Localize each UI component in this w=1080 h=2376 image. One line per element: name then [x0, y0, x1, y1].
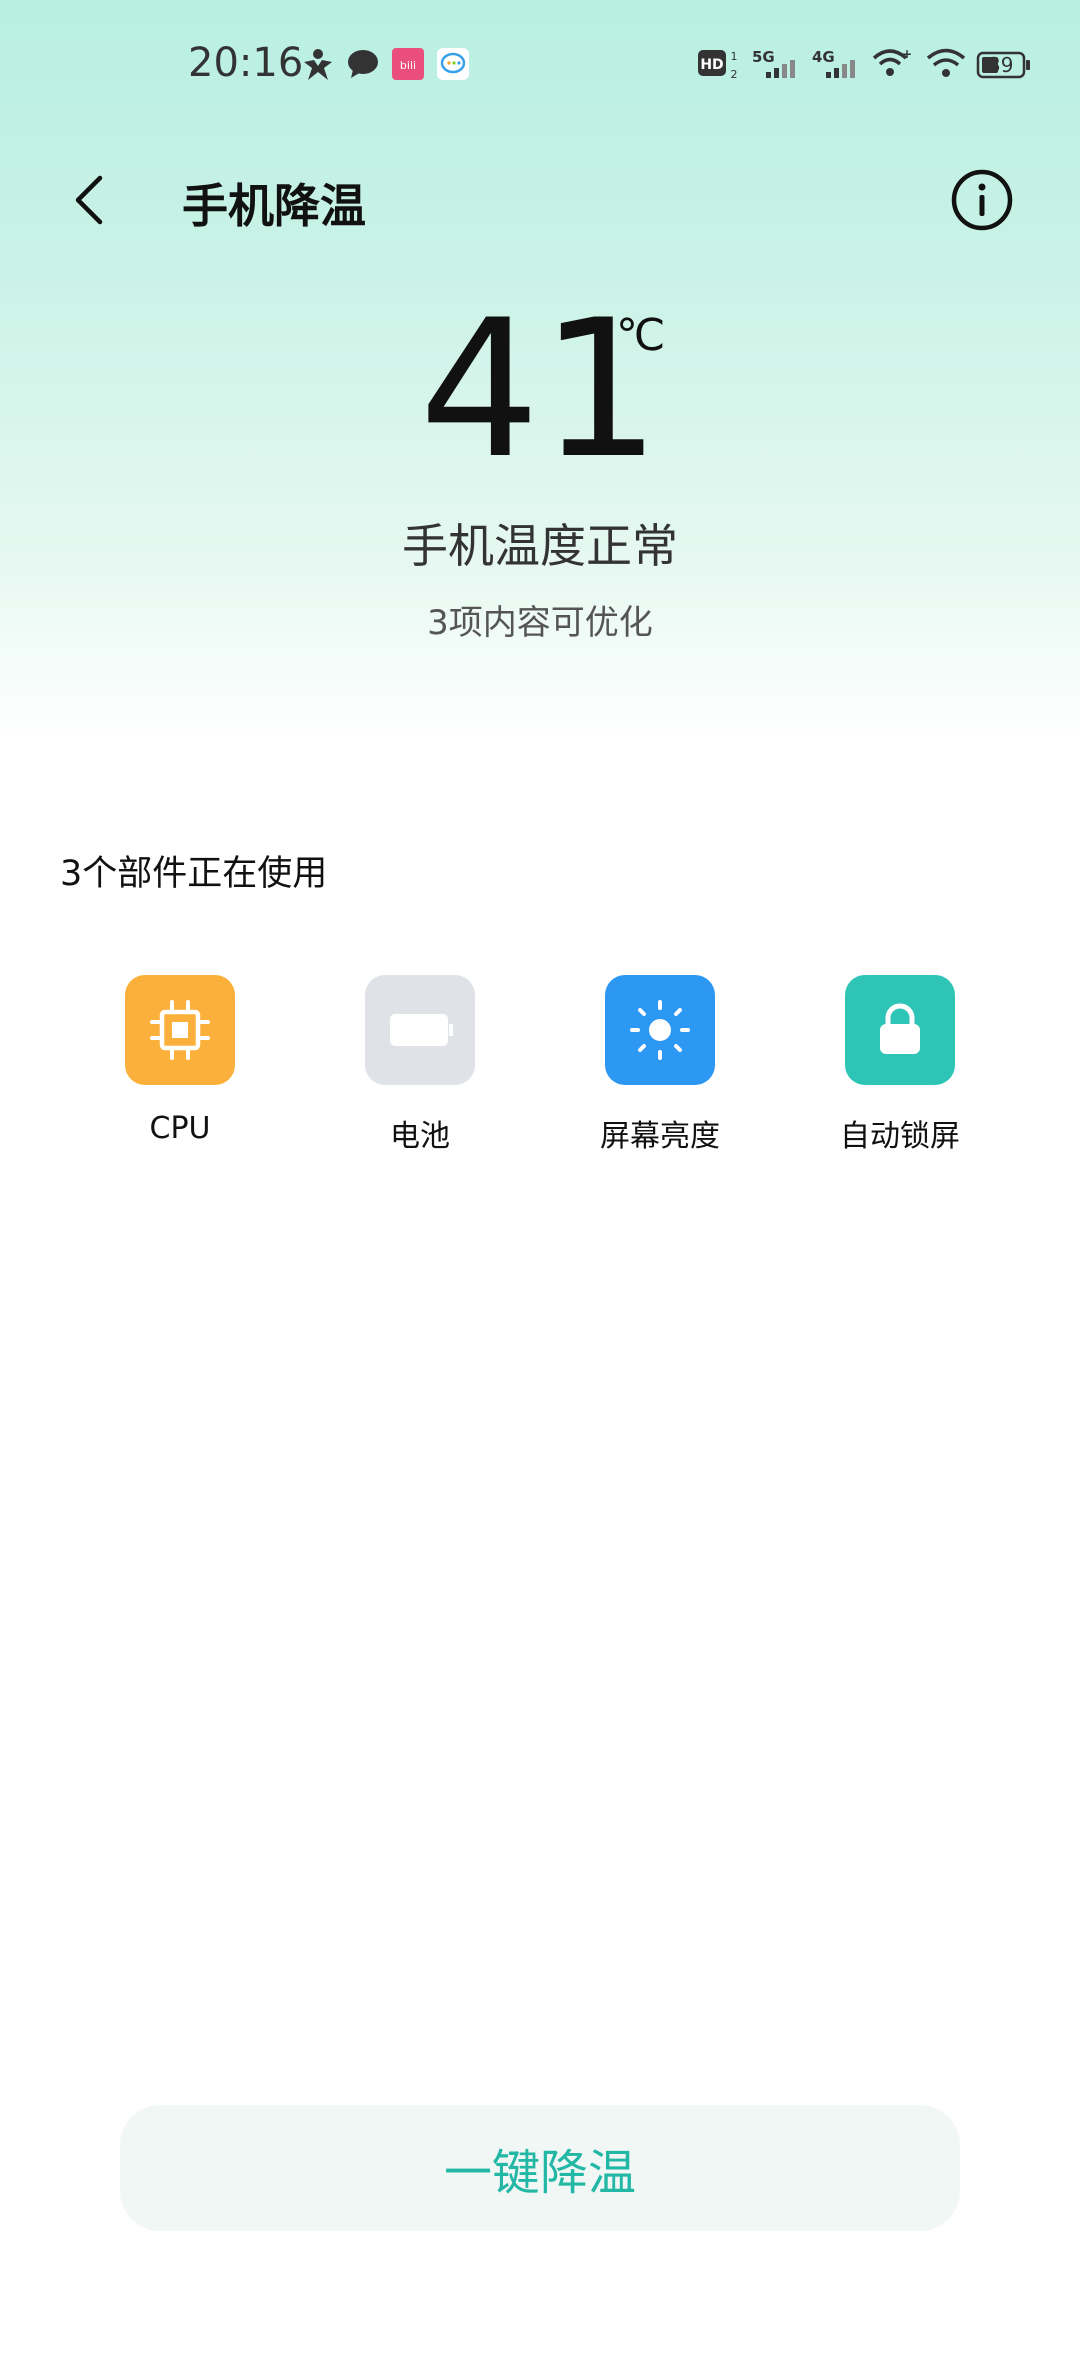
svg-text:2: 2 [731, 68, 738, 81]
component-label: 屏幕亮度 [600, 1119, 720, 1154]
component-label: CPU [149, 1111, 211, 1146]
info-button[interactable] [950, 168, 1014, 232]
component-battery[interactable]: 电池 [320, 975, 520, 1175]
one-key-cool-button[interactable]: 一键降温 [120, 2105, 960, 2231]
status-bar: 20:16 bili HD 1 2 5G 4G + 39 [0, 0, 1080, 130]
back-button[interactable] [62, 168, 126, 232]
component-label: 电池 [390, 1119, 450, 1154]
cpu-icon [150, 1000, 210, 1060]
info-icon [951, 169, 1013, 231]
svg-text:HD: HD [700, 57, 723, 73]
optimize-count-text: 3项内容可优化 [427, 603, 653, 643]
page-title: 手机降温 [182, 179, 366, 233]
cpu-tile [125, 975, 235, 1085]
battery-icon [390, 1014, 453, 1046]
lock-icon [880, 1003, 920, 1054]
component-cpu[interactable]: CPU [80, 975, 280, 1175]
svg-text:1: 1 [731, 50, 738, 63]
back-arrow-icon [75, 175, 103, 225]
signal-5g-icon: 5G [752, 46, 802, 86]
component-brightness[interactable]: 屏幕亮度 [560, 975, 760, 1175]
components-heading: 3个部件正在使用 [60, 854, 328, 894]
wifi-plus-icon: + [872, 46, 912, 86]
svg-text:4G: 4G [812, 48, 835, 66]
person-app-icon [300, 46, 336, 86]
battery-level-text: 39 [988, 53, 1014, 77]
svg-text:5G: 5G [752, 48, 775, 66]
message-app-icon [435, 46, 471, 86]
chat-bubble-icon [345, 46, 381, 86]
screen: 20:16 bili HD 1 2 5G 4G + 39 手机降温 41 ℃ 手… [0, 0, 1080, 2376]
brightness-tile [605, 975, 715, 1085]
header: 手机降温 [0, 150, 1080, 250]
brightness-icon [630, 1000, 690, 1060]
svg-text:bili: bili [400, 59, 416, 72]
signal-4g-icon: 4G [812, 46, 862, 86]
temperature-unit: ℃ [616, 310, 666, 361]
wifi-icon [926, 46, 966, 86]
hd-icon: HD 1 2 [698, 46, 742, 86]
component-label: 自动锁屏 [840, 1119, 960, 1154]
status-time: 20:16 [188, 40, 304, 86]
temperature-value: 41 [419, 279, 661, 500]
svg-text:+: + [902, 47, 912, 61]
component-autolock[interactable]: 自动锁屏 [800, 975, 1000, 1175]
autolock-tile [845, 975, 955, 1085]
battery-tile [365, 975, 475, 1085]
pink-app-icon: bili [390, 46, 426, 86]
temperature-status: 手机温度正常 [402, 519, 678, 573]
